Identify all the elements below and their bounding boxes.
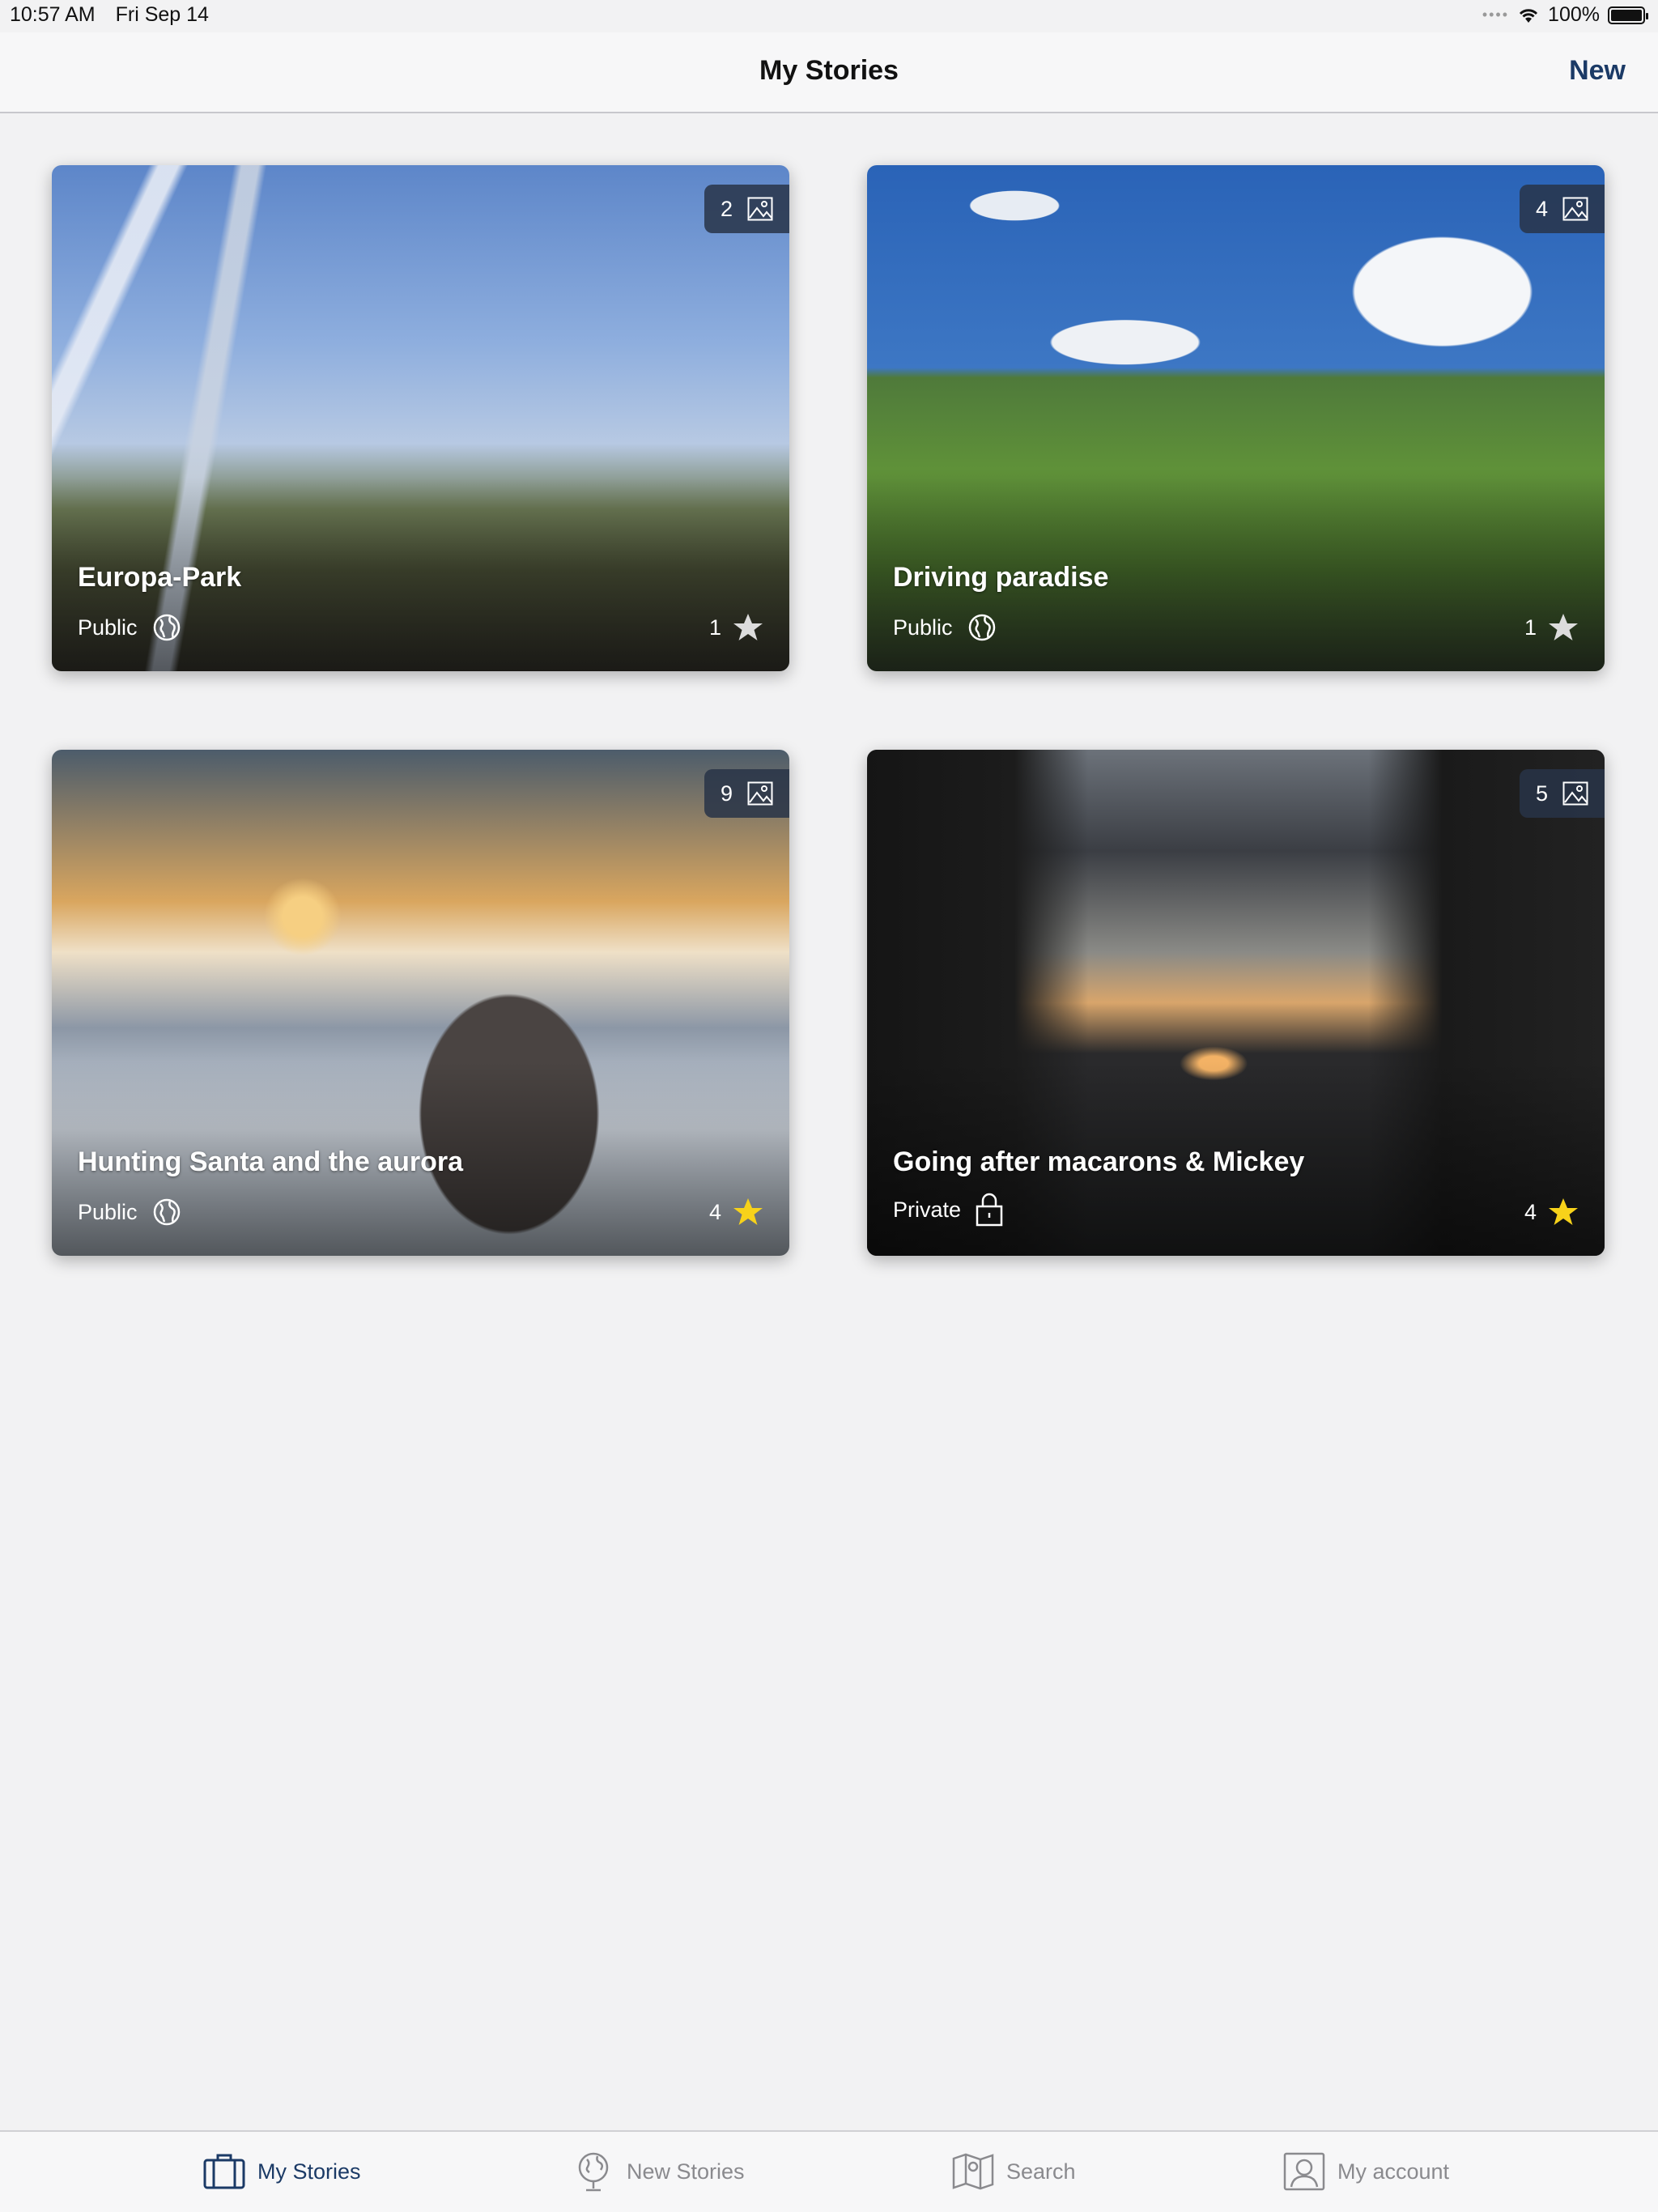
page-title: My Stories [759, 55, 899, 86]
star-icon [1549, 1198, 1578, 1225]
story-stars[interactable]: 1 [1524, 613, 1579, 642]
wifi-icon [1519, 8, 1538, 23]
account-icon [1282, 2150, 1326, 2193]
story-visibility: Public [78, 613, 181, 642]
photo-count: 4 [1535, 196, 1548, 221]
tab-label: My account [1337, 2159, 1450, 2184]
photo-count-badge: 9 [704, 769, 789, 818]
tab-label: Search [1006, 2159, 1076, 2184]
star-icon [733, 1198, 763, 1225]
story-visibility: Public [78, 1197, 181, 1227]
image-icon [1562, 197, 1588, 221]
story-title: Going after macarons & Mickey [893, 1146, 1305, 1177]
visibility-label: Public [893, 615, 953, 640]
photo-count-badge: 2 [704, 185, 789, 233]
status-right: •••• 100% [1482, 3, 1648, 27]
tab-my-account[interactable]: My account [1282, 2150, 1449, 2193]
story-card[interactable]: 9 Hunting Santa and the aurora Public 4 [52, 750, 789, 1256]
star-icon [1549, 614, 1578, 640]
globe-icon [153, 614, 180, 641]
tab-bar: My Stories New Stories Search My account [0, 2130, 1658, 2212]
suitcase-icon [202, 2150, 246, 2193]
tab-label: My Stories [257, 2159, 361, 2184]
status-left: 10:57 AM Fri Sep 14 [10, 3, 223, 27]
star-count: 4 [1524, 1199, 1537, 1224]
story-visibility: Private [893, 1193, 1003, 1227]
globe-icon [153, 1198, 180, 1226]
visibility-label: Public [78, 1199, 138, 1224]
cellular-signal-icon: •••• [1482, 6, 1510, 23]
tab-my-stories[interactable]: My Stories [202, 2150, 361, 2193]
story-stars[interactable]: 4 [1524, 1197, 1579, 1227]
map-icon [951, 2150, 995, 2193]
lock-icon [976, 1193, 1003, 1227]
navigation-bar: My Stories New [0, 32, 1658, 113]
new-story-button[interactable]: New [1569, 55, 1626, 87]
tab-new-stories[interactable]: New Stories [572, 2150, 745, 2193]
story-card[interactable]: 4 Driving paradise Public 1 [867, 165, 1605, 671]
visibility-label: Private [893, 1197, 962, 1222]
globe-icon [968, 614, 995, 641]
story-title: Europa-Park [78, 562, 242, 593]
status-bar: 10:57 AM Fri Sep 14 •••• 100% [0, 0, 1658, 32]
tab-label: New Stories [627, 2159, 745, 2184]
battery-icon [1608, 6, 1648, 24]
story-card[interactable]: 5 Going after macarons & Mickey Private … [867, 750, 1605, 1256]
photo-count: 5 [1535, 781, 1548, 806]
photo-count: 2 [720, 196, 733, 221]
visibility-label: Public [78, 615, 138, 640]
story-title: Hunting Santa and the aurora [78, 1146, 464, 1177]
image-icon [1562, 781, 1588, 806]
star-icon [733, 614, 763, 640]
photo-count-badge: 4 [1519, 185, 1605, 233]
story-card[interactable]: 2 Europa-Park Public 1 [52, 165, 789, 671]
story-title: Driving paradise [893, 562, 1109, 593]
star-count: 1 [708, 615, 721, 640]
status-date: Fri Sep 14 [115, 3, 209, 26]
photo-count-badge: 5 [1519, 769, 1605, 818]
image-icon [747, 781, 773, 806]
globe-icon [572, 2150, 615, 2193]
story-stars[interactable]: 1 [709, 613, 763, 642]
star-count: 4 [708, 1199, 721, 1224]
story-visibility: Public [893, 613, 997, 642]
tab-search[interactable]: Search [951, 2150, 1076, 2193]
photo-count: 9 [720, 781, 733, 806]
status-time: 10:57 AM [10, 3, 96, 26]
image-icon [747, 197, 773, 221]
star-count: 1 [1524, 615, 1537, 640]
story-stars[interactable]: 4 [709, 1197, 763, 1227]
battery-percent: 100% [1548, 3, 1600, 26]
